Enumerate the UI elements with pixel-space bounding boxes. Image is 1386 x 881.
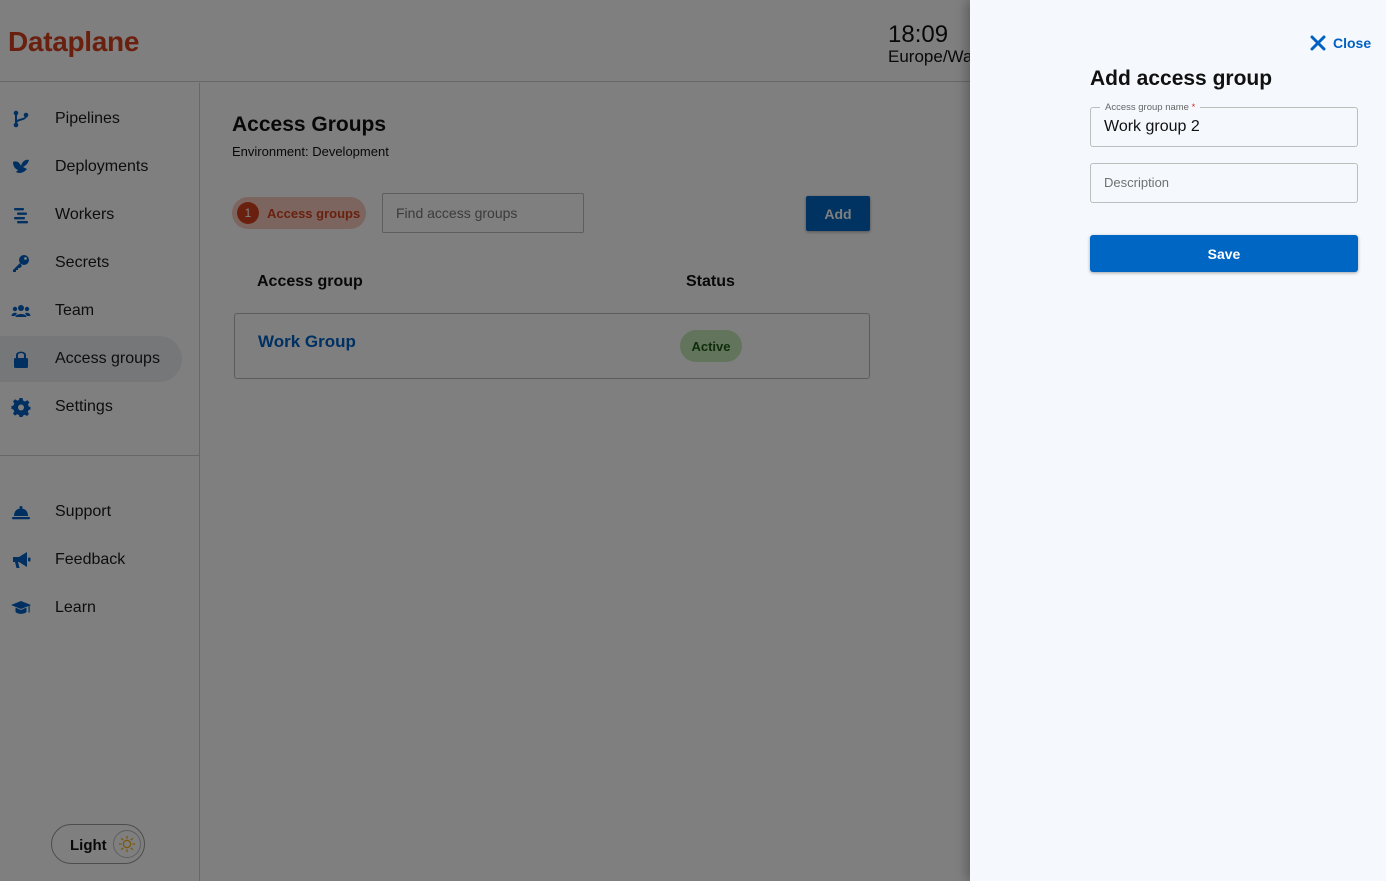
description-input[interactable] [1091, 164, 1357, 202]
add-access-group-drawer: Close Add access group Access group name… [970, 0, 1386, 881]
close-icon [1310, 35, 1326, 51]
access-group-name-field: Access group name * [1090, 102, 1358, 147]
description-field [1090, 163, 1358, 203]
drawer-title: Add access group [1090, 67, 1273, 90]
close-button[interactable]: Close [1310, 35, 1371, 51]
access-group-name-input[interactable] [1091, 108, 1357, 146]
close-label: Close [1333, 35, 1372, 51]
modal-scrim[interactable] [0, 0, 970, 881]
save-button[interactable]: Save [1090, 235, 1358, 272]
